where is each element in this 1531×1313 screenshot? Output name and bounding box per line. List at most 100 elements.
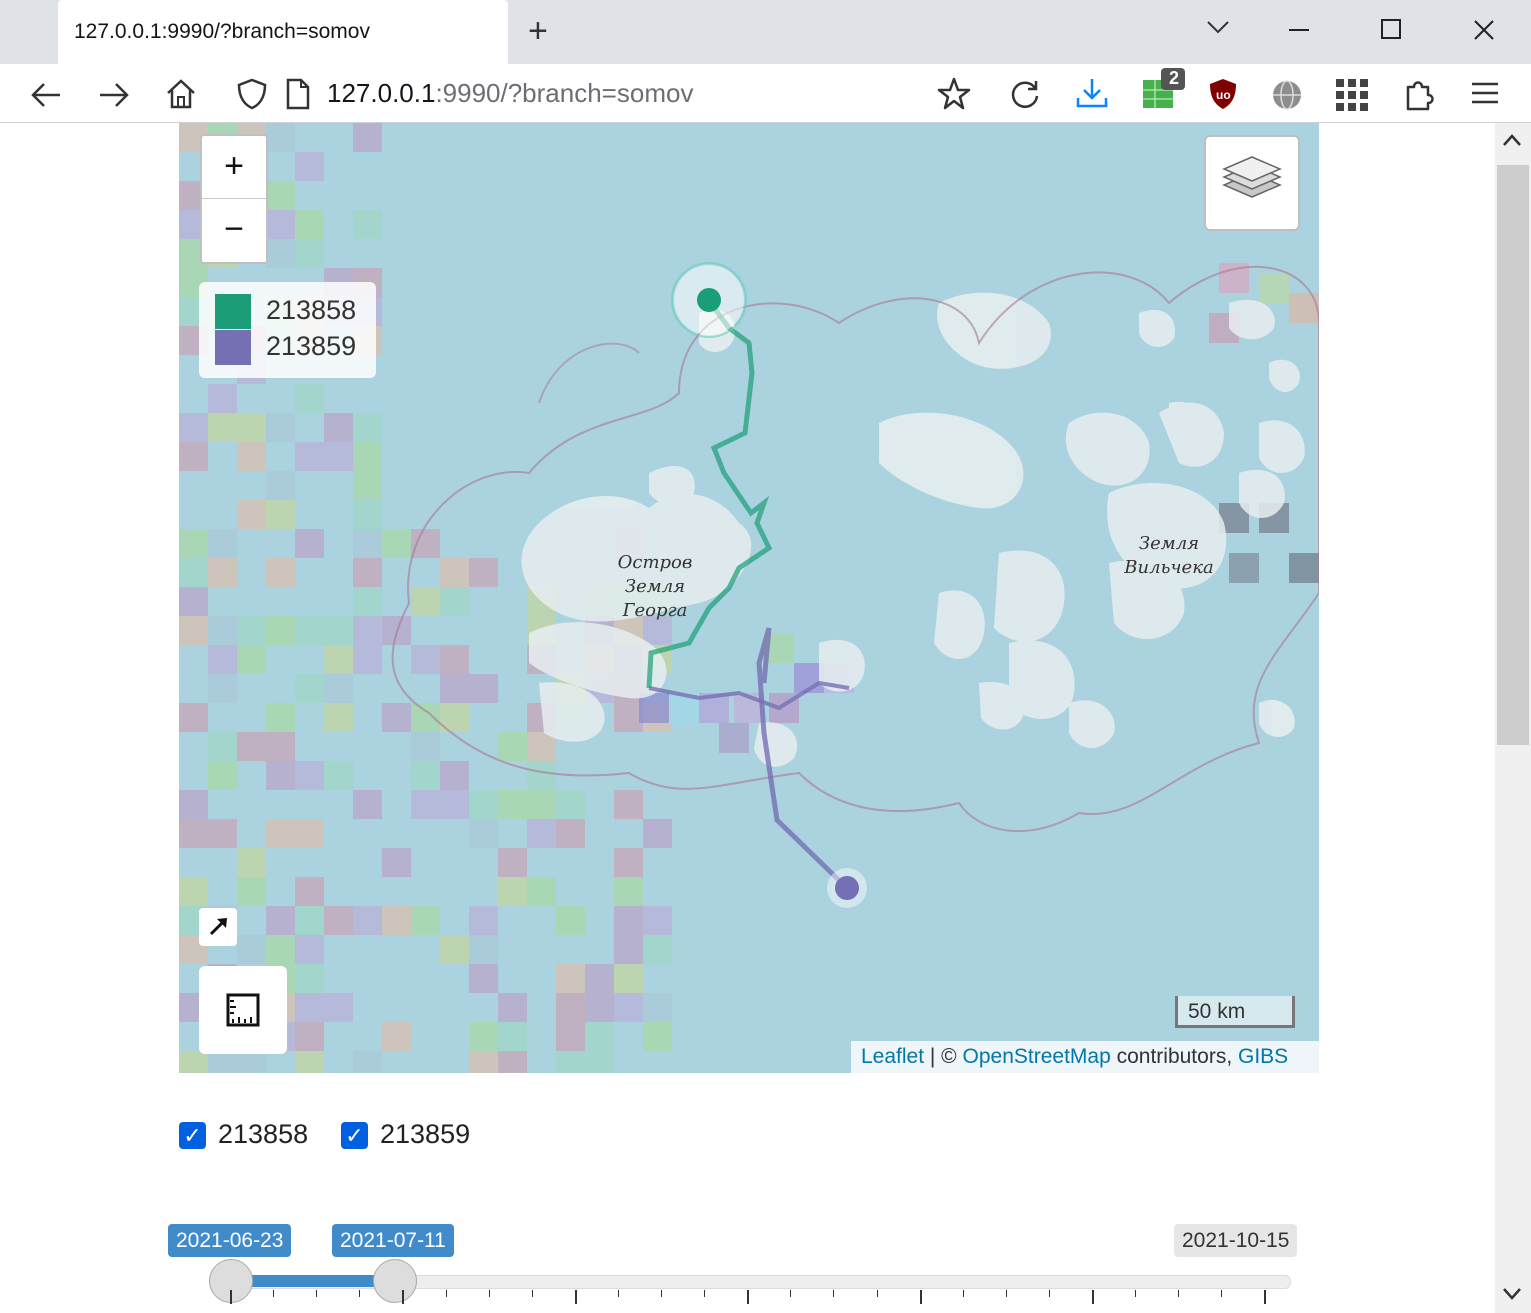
slider-tick [790, 1290, 792, 1297]
home-icon[interactable] [165, 78, 197, 115]
heatmap-tile [643, 993, 672, 1022]
legend-swatch-213858 [215, 294, 251, 329]
slider-tick [661, 1290, 662, 1297]
heatmap-tile [295, 442, 324, 471]
tab-list-chevron-icon[interactable] [1205, 12, 1231, 48]
zoom-out-button[interactable]: − [202, 199, 266, 261]
fullscreen-arrow-icon[interactable] [199, 908, 237, 946]
page-icon [285, 78, 311, 115]
bookmark-star-icon[interactable] [937, 77, 971, 116]
slider-tick [962, 1290, 964, 1297]
heatmap-tile [527, 790, 556, 819]
marker-213859[interactable] [835, 876, 859, 900]
zoom-control: + − [200, 134, 268, 264]
heatmap-tile [469, 1051, 498, 1073]
heatmap-tile [295, 964, 324, 993]
minimize-button[interactable] [1288, 12, 1310, 48]
reload-icon[interactable] [1008, 78, 1042, 117]
heatmap-tile [469, 1022, 498, 1051]
heatmap-tile [266, 500, 295, 529]
heatmap-tile [353, 500, 382, 529]
measure-ruler-button[interactable] [199, 966, 287, 1054]
checkbox-213859[interactable]: ✓ [341, 1122, 368, 1149]
scrollbar-thumb[interactable] [1497, 165, 1529, 745]
heatmap-tile [498, 1022, 527, 1051]
heatmap-tile [614, 906, 643, 935]
heatmap-tile [295, 819, 324, 848]
heatmap-tile [324, 761, 353, 790]
heatmap-tile [382, 529, 411, 558]
heatmap-tile [719, 723, 749, 753]
osm-link[interactable]: OpenStreetMap [963, 1045, 1111, 1068]
heatmap-tile [440, 587, 469, 616]
slider-tick [359, 1290, 361, 1297]
heatmap-tile [353, 123, 382, 152]
heatmap-tile [469, 558, 498, 587]
slider-tick [402, 1290, 405, 1304]
heatmap-tile [295, 239, 324, 268]
heatmap-tile [295, 935, 324, 964]
heatmap-tile [527, 761, 556, 790]
download-icon[interactable] [1075, 76, 1109, 115]
heatmap-tile [179, 877, 208, 906]
heatmap-tile [643, 819, 672, 848]
heatmap-tile [208, 674, 237, 703]
heatmap-tile [556, 906, 585, 935]
heatmap-tile [295, 674, 324, 703]
heatmap-tile [179, 790, 208, 819]
heatmap-tile [208, 761, 237, 790]
heatmap-tile [266, 558, 295, 587]
heatmap-tile [266, 471, 295, 500]
zoom-in-button[interactable]: + [202, 136, 266, 199]
heatmap-tile [1229, 553, 1259, 583]
heatmap-tile [643, 906, 672, 935]
heatmap-tile [411, 761, 440, 790]
scale-bar: 50 km [1175, 996, 1295, 1028]
checkbox-label-213858: 213858 [218, 1119, 309, 1149]
menu-hamburger-icon[interactable] [1470, 80, 1500, 111]
heatmap-tile [266, 123, 295, 152]
extensions-puzzle-icon[interactable] [1402, 77, 1436, 116]
heatmap-tile [498, 790, 527, 819]
url-bar[interactable]: 127.0.0.1:9990/?branch=somov [327, 78, 693, 109]
heatmap-tile [237, 442, 266, 471]
checkbox-213858[interactable]: ✓ [179, 1122, 206, 1149]
new-tab-button[interactable]: + [528, 14, 548, 48]
slider-to-handle[interactable] [373, 1259, 417, 1303]
heatmap-tile [179, 442, 208, 471]
leaflet-link[interactable]: Leaflet [861, 1045, 924, 1068]
extension-sheet-icon[interactable]: 2 [1141, 68, 1187, 112]
layers-control-button[interactable] [1204, 135, 1300, 231]
slider-tick [1048, 1290, 1050, 1297]
marker-213858[interactable] [697, 288, 721, 312]
scroll-up-icon[interactable] [1500, 130, 1524, 155]
shield-icon[interactable] [237, 78, 267, 115]
scroll-down-icon[interactable] [1500, 1284, 1524, 1309]
map[interactable]: Остров Земля Георга Земля Вильчека [179, 123, 1319, 1073]
heatmap-tile [614, 964, 643, 993]
grid-apps-icon[interactable] [1335, 78, 1369, 117]
heatmap-tile [295, 384, 324, 413]
slider-tick [1178, 1290, 1180, 1297]
back-arrow-icon[interactable] [30, 80, 62, 115]
heatmap-tile [614, 790, 643, 819]
gibs-link[interactable]: GIBS [1238, 1045, 1288, 1068]
close-window-button[interactable] [1472, 12, 1496, 48]
forward-arrow-icon[interactable] [98, 80, 130, 115]
heatmap-tile [266, 819, 295, 848]
slider-tick [316, 1290, 318, 1297]
heatmap-tile [237, 935, 266, 964]
maximize-button[interactable] [1380, 12, 1402, 48]
heatmap-tile [643, 1022, 672, 1051]
globe-icon[interactable] [1270, 78, 1304, 117]
heatmap-tile [295, 1051, 324, 1073]
heatmap-tile [614, 935, 643, 964]
ublock-icon[interactable]: uo [1208, 77, 1238, 116]
slider-tick [704, 1290, 706, 1297]
heatmap-tile [266, 181, 295, 210]
heatmap-tile [585, 1022, 614, 1051]
heatmap-tile [237, 413, 266, 442]
heatmap-tile [208, 1051, 237, 1073]
slider-to-label: 2021-07-11 [332, 1224, 454, 1257]
slider-tick [1092, 1290, 1094, 1304]
